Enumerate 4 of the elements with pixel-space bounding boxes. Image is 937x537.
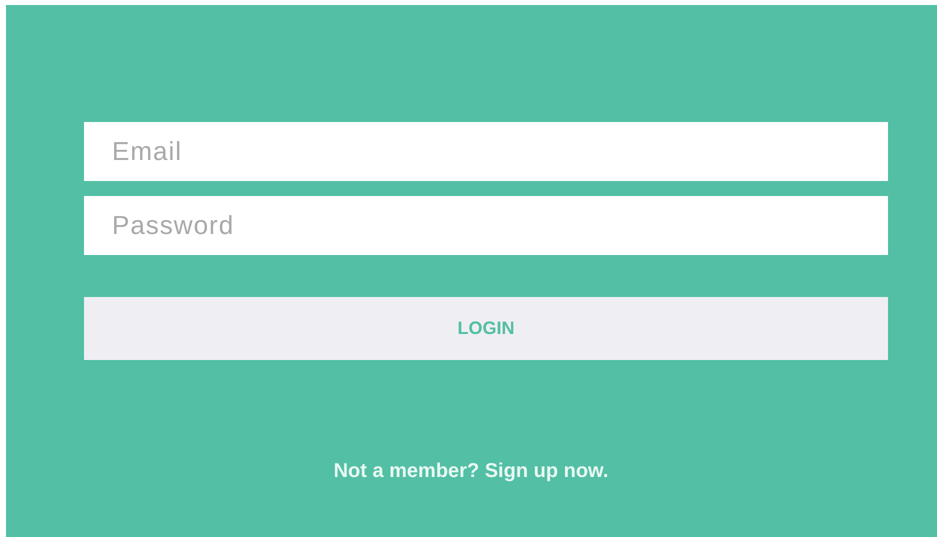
password-field[interactable]: Password [84,196,888,255]
email-field[interactable]: Email [84,122,888,181]
login-button[interactable]: LOGIN [84,297,888,360]
signup-link[interactable]: Not a member? Sign up now. [334,460,608,483]
